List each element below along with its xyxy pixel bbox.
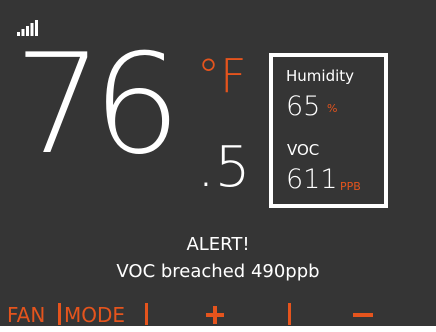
nav-separator (58, 303, 61, 325)
nav-separator (145, 303, 148, 325)
temperature-reading: 76 (14, 24, 181, 185)
alert-title: ALERT! (186, 234, 250, 255)
humidity-label: Humidity (286, 67, 355, 85)
voc-unit: PPB (340, 180, 361, 193)
temperature-fraction: .5 (197, 135, 251, 200)
humidity-unit: % (327, 102, 338, 115)
nav-separator (288, 303, 291, 325)
voc-value: 611 (286, 164, 338, 195)
alert-message: VOC breached 490ppb (116, 261, 320, 282)
temperature-unit: °F (197, 49, 247, 103)
minus-icon[interactable] (352, 304, 374, 326)
fan-button[interactable]: FAN (7, 305, 45, 325)
readings-panel: Humidity 65 % VOC 611 PPB (269, 53, 388, 208)
voc-label: VOC (287, 141, 320, 159)
thermostat-screen: 76 °F .5 Humidity 65 % VOC 611 PPB ALERT… (0, 0, 436, 326)
mode-button[interactable]: MODE (64, 305, 125, 325)
plus-icon[interactable] (206, 304, 228, 326)
humidity-value: 65 (286, 91, 321, 122)
